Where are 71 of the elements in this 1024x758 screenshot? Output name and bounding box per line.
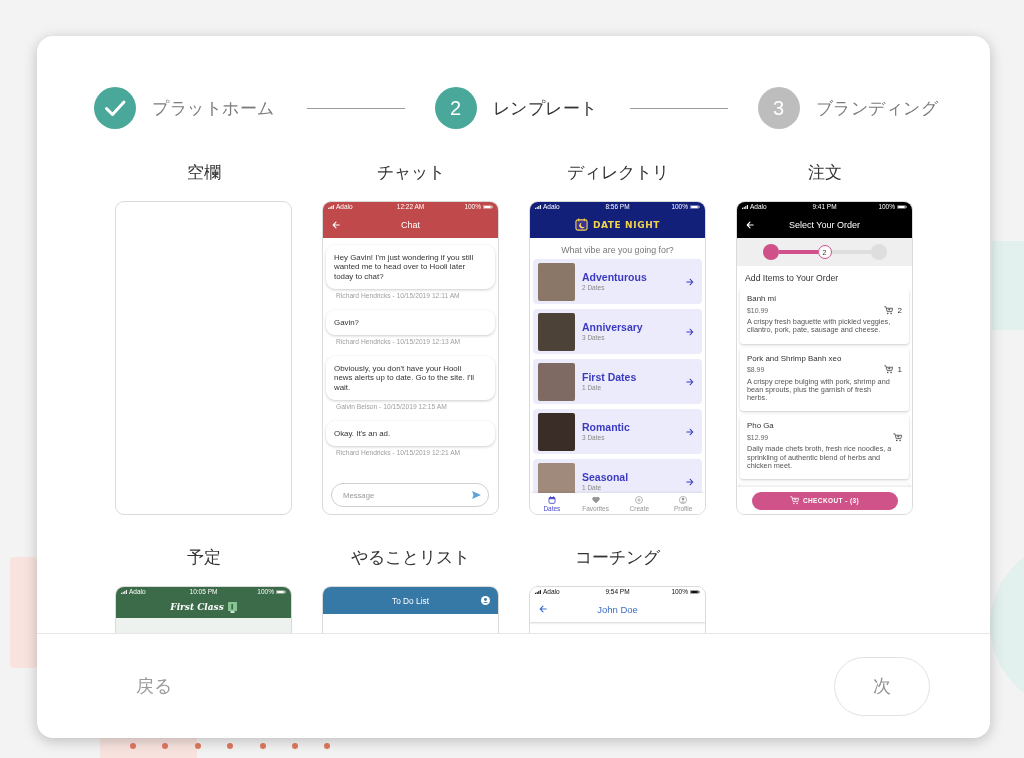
decor-dot <box>162 743 168 749</box>
app-logo-text: DATE NIGHT <box>592 219 661 230</box>
cart-icon <box>883 305 893 315</box>
category-title: Anniversary <box>582 321 643 334</box>
category-title: First Dates <box>582 371 637 384</box>
arrow-right-icon <box>686 377 694 386</box>
cart-icon <box>893 433 902 442</box>
screen-title: Select Your Order <box>788 219 860 230</box>
cart-icon <box>789 496 799 505</box>
step-label: プラットホーム <box>152 97 275 120</box>
photo-placeholder <box>538 412 575 451</box>
decor-dot <box>324 743 330 749</box>
battery-icon <box>690 589 700 594</box>
decor-dot <box>130 743 136 749</box>
template-preview[interactable] <box>736 201 913 515</box>
arrow-right-icon <box>686 327 694 336</box>
signal-icon <box>742 204 748 209</box>
battery-icon <box>483 204 493 209</box>
step-label: ブランディング <box>815 97 938 120</box>
calendar-icon <box>547 495 556 504</box>
battery-icon <box>276 589 286 594</box>
arrow-right-icon <box>686 277 694 286</box>
signal-icon <box>328 204 334 209</box>
decor-dot <box>260 743 266 749</box>
cart-icon <box>883 365 893 375</box>
battery-icon <box>690 204 700 209</box>
template-title: やることリスト <box>351 547 470 569</box>
decor-dot <box>227 743 233 749</box>
decor-dot <box>195 743 201 749</box>
template-title: ディレクトリ <box>566 162 669 184</box>
decor-dot <box>292 743 298 749</box>
arrow-right-icon <box>686 427 694 436</box>
photo-placeholder <box>538 312 575 351</box>
account-icon <box>480 596 490 605</box>
photo-placeholder <box>538 262 575 301</box>
template-preview[interactable]: To Do List <box>322 586 499 633</box>
screen-title: John Doe <box>597 603 638 615</box>
send-icon <box>472 491 481 499</box>
heart-icon <box>591 495 600 504</box>
quantity-text: 1 <box>897 365 902 375</box>
app-logo-text: First Class <box>170 602 224 612</box>
battery-icon <box>897 204 907 209</box>
badge-icon <box>227 601 237 613</box>
step-number: 2 <box>434 87 477 129</box>
moon-calendar-icon <box>574 218 588 231</box>
back-arrow-icon <box>746 220 754 229</box>
template-title: 注文 <box>807 162 842 184</box>
prompt-text: What vibe are you going for? <box>560 244 675 257</box>
signal-icon <box>535 204 541 209</box>
step-number: 3 <box>757 87 800 129</box>
signal-icon <box>535 589 541 594</box>
section-title: Add Items to Your Order <box>744 272 840 285</box>
screen-title: Chat <box>401 219 420 230</box>
signal-icon <box>121 589 127 594</box>
back-arrow-icon <box>539 605 547 613</box>
photo-placeholder <box>538 362 575 401</box>
plus-circle-icon <box>635 495 644 504</box>
back-arrow-icon <box>332 220 340 229</box>
template-title: チャット <box>376 162 445 184</box>
category-title: Romantic <box>582 421 630 434</box>
template-title: 空欄 <box>186 162 221 184</box>
person-icon <box>679 495 688 504</box>
photo-placeholder <box>538 462 575 493</box>
arrow-right-icon <box>686 477 694 486</box>
screen-title: To Do List <box>392 595 429 606</box>
quantity-text: 2 <box>897 305 902 315</box>
template-title: 予定 <box>186 547 221 569</box>
step-label: レンプレート <box>492 97 598 120</box>
template-title: コーチング <box>575 547 660 569</box>
category-title: Seasonal <box>582 471 629 484</box>
category-title: Adventurous <box>582 271 647 284</box>
